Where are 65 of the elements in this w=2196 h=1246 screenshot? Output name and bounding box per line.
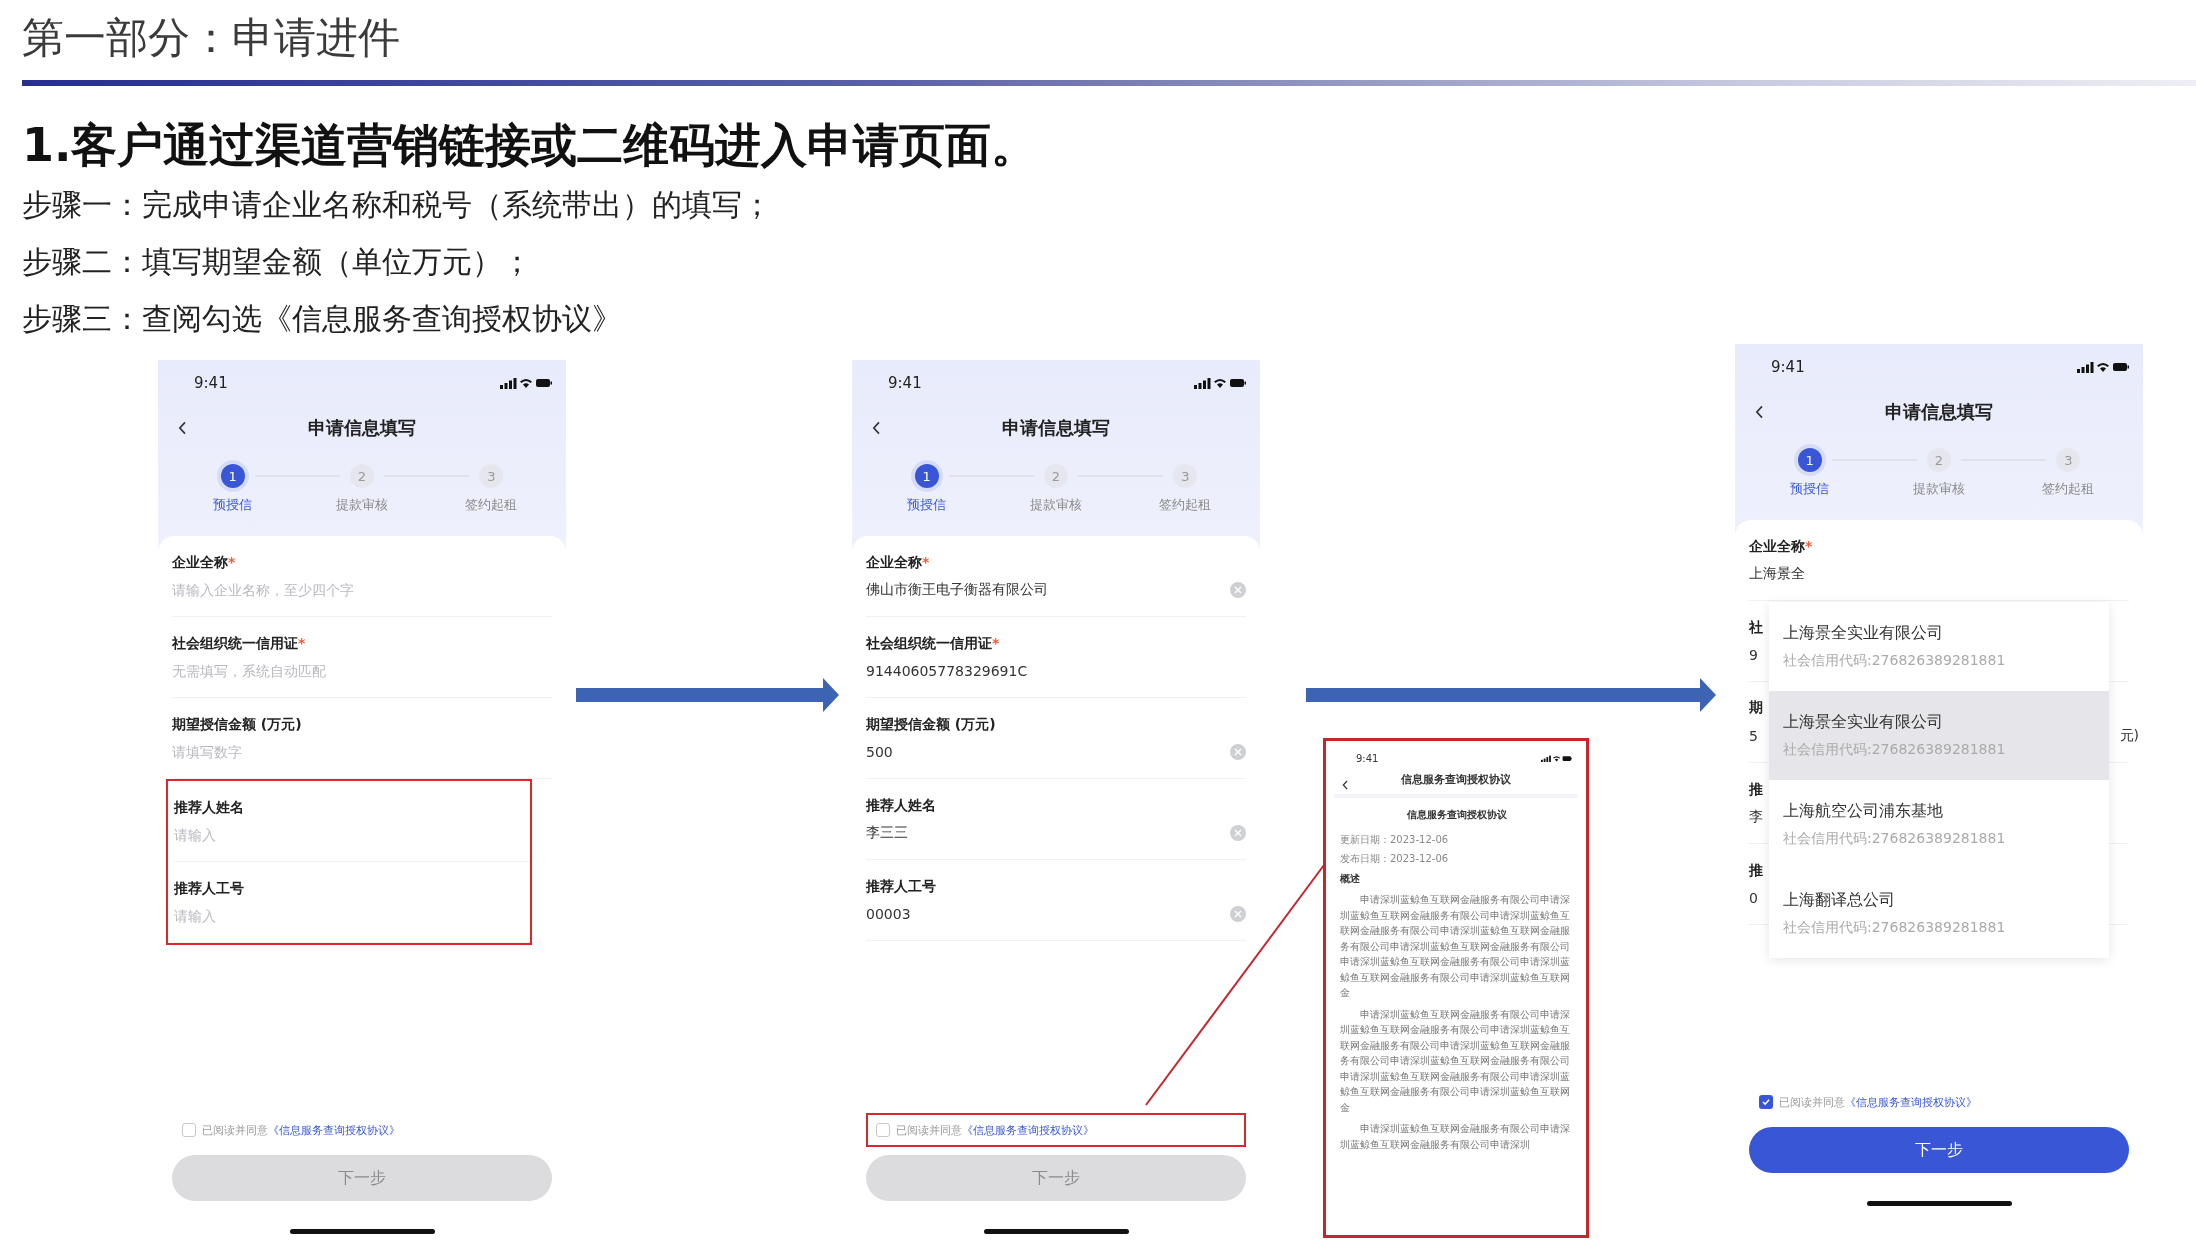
step-label: 签约起租 — [1159, 496, 1212, 514]
field-label: 期望授信金额 (万元) — [172, 716, 302, 734]
field-label: 期望授信金额 (万元) — [866, 716, 996, 734]
screen-title: 申请信息填写 — [308, 416, 416, 440]
company-name: 上海翻译总公司 — [1783, 890, 1896, 911]
field-label: 企业全称* — [172, 554, 236, 572]
document-heading: 信息服务查询授权协议 — [1406, 808, 1508, 822]
step-text: 步骤二：填写期望金额（单位万元）； — [22, 243, 533, 281]
step-label: 预授信 — [213, 496, 253, 514]
paragraph: 申请深圳蓝鲸鱼互联网金融服务有限公司申请深圳蓝鲸鱼互联网金融服务有限公司申请深圳蓝鲸鱼互联网金融服务有限公司申请深圳蓝鲸鱼互联网金融服务有限公司申请深圳蓝鲸鱼互联网金融服务有限公司申请深圳蓝鲸鱼互联网金融服务有限公司申请深圳蓝鲸鱼互联网金融服务有限公司申请深圳蓝鲸鱼互联网金 — [1340, 1007, 1571, 1115]
step-number: 3 — [479, 464, 504, 488]
step-number: 2 — [350, 464, 374, 488]
status-time: 9:41 — [888, 374, 922, 392]
step-number: 1 — [220, 464, 245, 488]
field-label: 社 — [1749, 619, 1763, 637]
step-label: 签约起租 — [465, 496, 518, 514]
field-label: 社会组织统一信用证* — [172, 635, 306, 653]
field-label: 推荐人工号 — [174, 880, 244, 898]
status-time: 9:41 — [1356, 753, 1379, 764]
step-label: 签约起租 — [2042, 480, 2095, 498]
credit-code: 社会信用代码:276826389281881 — [1783, 919, 2007, 937]
publish-date: 发布日期：2023-12-06 — [1340, 852, 1450, 866]
update-date: 更新日期：2023-12-06 — [1340, 833, 1450, 847]
field-label: 推 — [1749, 781, 1763, 799]
company-name: 上海景全实业有限公司 — [1783, 623, 1944, 644]
step-text: 步骤一：完成申请企业名称和税号（系统带出）的填写； — [22, 186, 773, 224]
field-label: 企业全称* — [1749, 538, 1813, 556]
credit-code: 社会信用代码:276826389281881 — [1783, 830, 2007, 848]
step-number: 3 — [2056, 448, 2081, 472]
company-name: 上海景全实业有限公司 — [1783, 712, 1944, 733]
step-label: 提款审核 — [1913, 480, 1965, 498]
screen-title: 申请信息填写 — [1885, 400, 1993, 424]
step-label: 预授信 — [1790, 480, 1830, 498]
field-label: 推 — [1749, 862, 1763, 880]
status-time: 9:41 — [1771, 358, 1805, 376]
company-name: 上海航空公司浦东基地 — [1783, 801, 1944, 822]
headline: 1.客户通过渠道营销链接或二维码进入申请页面。 — [22, 117, 1039, 174]
credit-code: 社会信用代码:276826389281881 — [1783, 741, 2007, 759]
step-label: 提款审核 — [336, 496, 388, 514]
section-title: 第一部分：申请进件 — [22, 12, 401, 64]
field-label: 期 — [1749, 699, 1763, 717]
step-number: 3 — [1173, 464, 1198, 488]
step-text: 步骤三：查阅勾选《信息服务查询授权协议》 — [22, 300, 623, 338]
field-label: 社会组织统一信用证* — [866, 635, 1000, 653]
status-time: 9:41 — [194, 374, 228, 392]
field-label: 推荐人工号 — [866, 878, 936, 896]
unit-label: 元) — [2119, 727, 2139, 745]
step-label: 预授信 — [907, 496, 947, 514]
agreement-text: 已阅读并同意 — [896, 1122, 962, 1138]
credit-code: 社会信用代码:276826389281881 — [1783, 652, 2007, 670]
screen-title: 申请信息填写 — [1002, 416, 1110, 440]
step-number: 1 — [914, 464, 939, 488]
paragraph: 申请深圳蓝鲸鱼互联网金融服务有限公司申请深圳蓝鲸鱼互联网金融服务有限公司申请深圳蓝鲸鱼互联网金融服务有限公司申请深圳蓝鲸鱼互联网金融服务有限公司申请深圳蓝鲸鱼互联网金融服务有限公司申请深圳蓝鲸鱼互联网金融服务有限公司申请深圳蓝鲸鱼互联网金融服务有限公司申请深圳蓝鲸鱼互联网金 — [1340, 893, 1571, 1000]
field-label: 推荐人姓名 — [174, 799, 244, 817]
field-label: 企业全称* — [866, 554, 930, 572]
step-number: 1 — [1797, 448, 1822, 472]
agreement-text: 已阅读并同意 — [1779, 1094, 1845, 1110]
step-number: 2 — [1927, 448, 1951, 472]
agreement-text: 已阅读并同意 — [202, 1122, 268, 1138]
step-label: 提款审核 — [1030, 496, 1082, 514]
field-label: 推荐人姓名 — [866, 797, 936, 815]
section-heading: 概述 — [1340, 872, 1361, 886]
screen-title: 信息服务查询授权协议 — [1401, 771, 1511, 787]
step-number: 2 — [1044, 464, 1068, 488]
paragraph: 申请深圳蓝鲸鱼互联网金融服务有限公司申请深圳蓝鲸鱼互联网金融服务有限公司申请深圳 — [1340, 1122, 1571, 1152]
